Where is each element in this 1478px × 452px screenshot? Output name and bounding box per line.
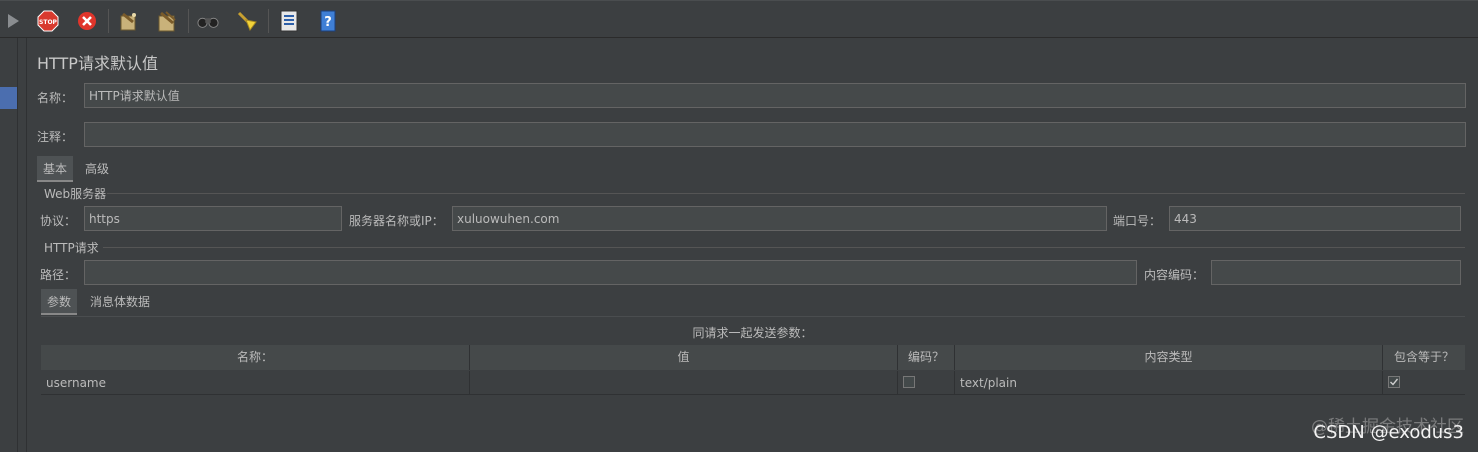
- toolbar: STOP ?: [0, 0, 1478, 38]
- tab-advanced[interactable]: 高级: [79, 156, 115, 182]
- port-label: 端口号：: [1113, 214, 1162, 228]
- check-icon: [1390, 378, 1399, 386]
- shutdown-icon[interactable]: [76, 10, 98, 32]
- help-icon[interactable]: ?: [317, 10, 339, 32]
- server-label: 服务器名称或IP：: [349, 214, 444, 228]
- tree-panel: [0, 38, 18, 452]
- column-header-content-type[interactable]: 内容类型: [955, 345, 1383, 370]
- tab-basic[interactable]: 基本: [37, 156, 74, 182]
- function-helper-icon[interactable]: [278, 10, 300, 32]
- http-request-group-title: HTTP请求: [44, 241, 99, 255]
- port-field[interactable]: 443: [1169, 206, 1461, 231]
- svg-text:?: ?: [324, 15, 332, 30]
- name-label: 名称：: [37, 91, 74, 105]
- clear-all-icon[interactable]: [156, 10, 178, 32]
- tab-body-data[interactable]: 消息体数据: [84, 289, 156, 315]
- reset-search-icon[interactable]: [236, 10, 258, 32]
- comment-label: 注释：: [37, 130, 74, 144]
- search-icon[interactable]: [197, 10, 219, 32]
- table-cell-value[interactable]: [470, 371, 898, 395]
- web-server-group-title: Web服务器: [44, 187, 107, 201]
- server-field[interactable]: xuluowuhen.com: [452, 206, 1107, 231]
- run-icon[interactable]: [2, 10, 24, 32]
- config-panel: HTTP请求默认值 名称： HTTP请求默认值 注释： 基本 高级 Web服务器…: [27, 38, 1478, 452]
- tab-parameters[interactable]: 参数: [41, 289, 78, 315]
- watermark-csdn: CSDN @exodus3: [1313, 422, 1464, 443]
- path-field[interactable]: [84, 260, 1137, 285]
- content-encoding-field[interactable]: [1211, 260, 1461, 285]
- table-cell-content-type[interactable]: text/plain: [955, 371, 1383, 395]
- content-encoding-label: 内容编码：: [1144, 268, 1205, 282]
- encode-checkbox[interactable]: [903, 376, 915, 388]
- column-header-include-equals[interactable]: 包含等于？: [1383, 345, 1465, 370]
- clear-icon[interactable]: [117, 10, 139, 32]
- table-cell-name[interactable]: username: [41, 371, 470, 395]
- comment-field[interactable]: [84, 122, 1466, 147]
- protocol-field[interactable]: https: [84, 206, 342, 231]
- splitter[interactable]: [18, 38, 27, 452]
- tree-selection[interactable]: [0, 87, 17, 109]
- page-title: HTTP请求默认值: [37, 54, 158, 73]
- tab-underline: [41, 316, 1465, 317]
- group-divider: [107, 193, 1465, 194]
- column-header-name[interactable]: 名称：: [41, 345, 470, 370]
- include-equals-checkbox[interactable]: [1388, 376, 1400, 388]
- params-caption: 同请求一起发送参数：: [692, 326, 813, 340]
- group-divider: [103, 247, 1465, 248]
- path-label: 路径：: [40, 268, 77, 282]
- stop-icon[interactable]: STOP: [37, 10, 59, 32]
- column-header-encode[interactable]: 编码？: [898, 345, 955, 370]
- protocol-label: 协议：: [40, 214, 77, 228]
- table-cell-include-equals[interactable]: [1383, 371, 1465, 395]
- svg-text:STOP: STOP: [39, 19, 58, 26]
- column-header-value[interactable]: 值: [470, 345, 898, 370]
- table-cell-encode[interactable]: [898, 371, 955, 395]
- name-field[interactable]: HTTP请求默认值: [84, 83, 1466, 108]
